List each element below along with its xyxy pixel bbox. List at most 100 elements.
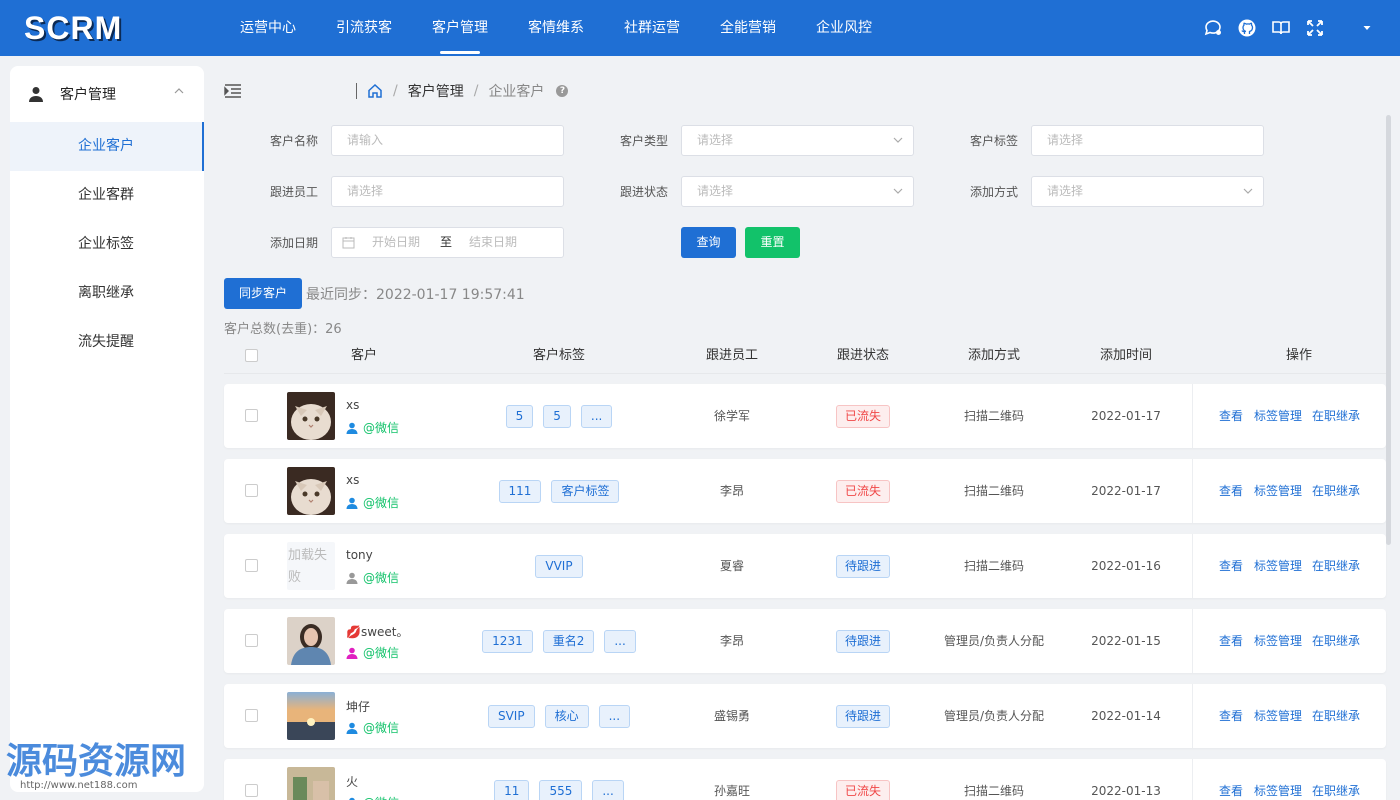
add-method-label: 添加方式 bbox=[969, 185, 1018, 199]
customer-name-label: 客户名称 bbox=[269, 134, 318, 148]
customer-tags: 11 555... bbox=[454, 780, 664, 800]
sidebar-item[interactable]: 企业标签 bbox=[10, 220, 204, 269]
query-button[interactable]: 查询 bbox=[681, 227, 736, 258]
nav-item[interactable]: 客情维系 bbox=[508, 0, 604, 56]
row-checkbox[interactable] bbox=[245, 784, 258, 797]
customer-source-label: @微信 bbox=[363, 571, 400, 585]
status-cell: 待跟进 bbox=[813, 534, 913, 598]
customer-tag[interactable]: ... bbox=[598, 705, 631, 728]
sidebar-item[interactable]: 离职继承 bbox=[10, 269, 204, 318]
tag-manage-link[interactable]: 标签管理 bbox=[1254, 459, 1302, 523]
header-method: 添加方式 bbox=[967, 348, 1020, 363]
home-icon[interactable] bbox=[367, 83, 383, 99]
add-time: 2022-01-17 bbox=[1091, 409, 1161, 423]
avatar[interactable] bbox=[287, 617, 335, 665]
row-checkbox[interactable] bbox=[245, 559, 258, 572]
inherit-link[interactable]: 在职继承 bbox=[1312, 684, 1360, 748]
inherit-link[interactable]: 在职继承 bbox=[1312, 609, 1360, 673]
inherit-link[interactable]: 在职继承 bbox=[1312, 384, 1360, 448]
row-checkbox[interactable] bbox=[245, 409, 258, 422]
date-start-placeholder[interactable]: 开始日期 bbox=[372, 228, 420, 257]
add-method: 扫描二维码 bbox=[963, 784, 1024, 798]
follow-status-select[interactable]: 请选择 bbox=[681, 176, 914, 207]
book-icon[interactable] bbox=[1264, 0, 1298, 56]
tag-manage-link[interactable]: 标签管理 bbox=[1254, 759, 1302, 800]
status-badge: 待跟进 bbox=[835, 705, 890, 728]
tag-manage-link[interactable]: 标签管理 bbox=[1254, 534, 1302, 598]
customer-tag-select[interactable]: 请选择 bbox=[1031, 125, 1264, 156]
chevron-up-icon[interactable] bbox=[174, 86, 184, 96]
inherit-link[interactable]: 在职继承 bbox=[1312, 459, 1360, 523]
customer-type-select[interactable]: 请选择 bbox=[681, 125, 914, 156]
chat-icon[interactable] bbox=[1196, 0, 1230, 56]
user-dropdown-caret-icon[interactable] bbox=[1350, 0, 1384, 56]
table-row: xs @微信 111 客户标签 李昂 已流失 扫描二维码 2022-01-17 查看 标签管理 在职… bbox=[224, 459, 1386, 523]
view-link[interactable]: 查看 bbox=[1219, 534, 1243, 598]
view-link[interactable]: 查看 bbox=[1219, 759, 1243, 800]
date-end-placeholder[interactable]: 结束日期 bbox=[469, 228, 517, 257]
header-tags: 客户标签 bbox=[532, 348, 585, 363]
avatar[interactable] bbox=[287, 767, 335, 800]
actions-divider bbox=[1192, 759, 1193, 800]
github-icon[interactable] bbox=[1230, 0, 1264, 56]
breadcrumb-section[interactable]: 客户管理 bbox=[408, 81, 464, 101]
avatar[interactable] bbox=[287, 467, 335, 515]
add-method: 扫描二维码 bbox=[963, 409, 1024, 423]
nav-item[interactable]: 运营中心 bbox=[220, 0, 316, 56]
customer-tag[interactable]: ... bbox=[580, 405, 613, 428]
view-link[interactable]: 查看 bbox=[1219, 609, 1243, 673]
row-checkbox[interactable] bbox=[245, 484, 258, 497]
inherit-link[interactable]: 在职继承 bbox=[1312, 534, 1360, 598]
header-time: 添加时间 bbox=[1099, 348, 1152, 363]
customer-source-label: @微信 bbox=[363, 496, 400, 510]
customer-tag[interactable]: ... bbox=[604, 630, 636, 653]
add-method-select[interactable]: 请选择 bbox=[1031, 176, 1264, 207]
status-badge: 已流失 bbox=[835, 405, 890, 428]
nav-item[interactable]: 客户管理 bbox=[412, 0, 508, 56]
add-method: 管理员/负责人分配 bbox=[943, 709, 1045, 723]
sync-customers-button[interactable]: 同步客户 bbox=[224, 278, 302, 309]
nav-item[interactable]: 社群运营 bbox=[604, 0, 700, 56]
sidebar-item[interactable]: 流失提醒 bbox=[10, 318, 204, 367]
customer-tag[interactable]: ... bbox=[592, 780, 624, 800]
tag-manage-link[interactable]: 标签管理 bbox=[1254, 684, 1302, 748]
sidebar-group-customer-management[interactable]: 客户管理 bbox=[10, 66, 204, 122]
help-icon[interactable]: ? bbox=[556, 85, 569, 97]
sidebar-item[interactable]: 企业客群 bbox=[10, 171, 204, 220]
customer-source-label: @微信 bbox=[363, 794, 399, 800]
view-link[interactable]: 查看 bbox=[1219, 459, 1243, 523]
follow-staff-label: 跟进员工 bbox=[269, 185, 318, 199]
view-link[interactable]: 查看 bbox=[1219, 684, 1243, 748]
customer-tags: SVIP 核心... bbox=[454, 705, 664, 728]
actions-divider bbox=[1192, 684, 1193, 748]
customer-tag: 重名2 bbox=[542, 630, 595, 653]
page-scrollbar[interactable] bbox=[1386, 115, 1391, 545]
customer-tag: 核心 bbox=[544, 705, 589, 728]
customer-source-label: @微信 bbox=[363, 721, 400, 735]
customer-name-input[interactable]: 请输入 bbox=[331, 125, 564, 156]
add-date-range-picker[interactable]: 开始日期 至 结束日期 bbox=[331, 227, 564, 258]
menu-fold-icon[interactable] bbox=[224, 83, 242, 99]
select-all-checkbox[interactable] bbox=[245, 349, 258, 362]
row-checkbox[interactable] bbox=[245, 709, 258, 722]
customer-tags: 111 客户标签 bbox=[454, 480, 664, 503]
customer-tags: VVIP bbox=[454, 555, 664, 578]
status-badge: 已流失 bbox=[835, 480, 890, 503]
fullscreen-icon[interactable] bbox=[1298, 0, 1332, 56]
inherit-link[interactable]: 在职继承 bbox=[1312, 759, 1360, 800]
nav-item[interactable]: 全能营销 bbox=[700, 0, 796, 56]
avatar[interactable] bbox=[287, 392, 335, 440]
reset-button[interactable]: 重置 bbox=[745, 227, 800, 258]
view-link[interactable]: 查看 bbox=[1219, 384, 1243, 448]
nav-item[interactable]: 引流获客 bbox=[316, 0, 412, 56]
calendar-icon bbox=[342, 237, 355, 249]
nav-item[interactable]: 企业风控 bbox=[796, 0, 892, 56]
tag-manage-link[interactable]: 标签管理 bbox=[1254, 609, 1302, 673]
tag-manage-link[interactable]: 标签管理 bbox=[1254, 384, 1302, 448]
avatar[interactable] bbox=[287, 692, 335, 740]
follow-staff-select[interactable]: 请选择 bbox=[331, 176, 564, 207]
app-logo[interactable]: SCRM bbox=[0, 10, 220, 47]
sidebar-item[interactable]: 企业客户 bbox=[10, 122, 204, 171]
customer-tag: 5 bbox=[505, 405, 534, 428]
row-checkbox[interactable] bbox=[245, 634, 258, 647]
